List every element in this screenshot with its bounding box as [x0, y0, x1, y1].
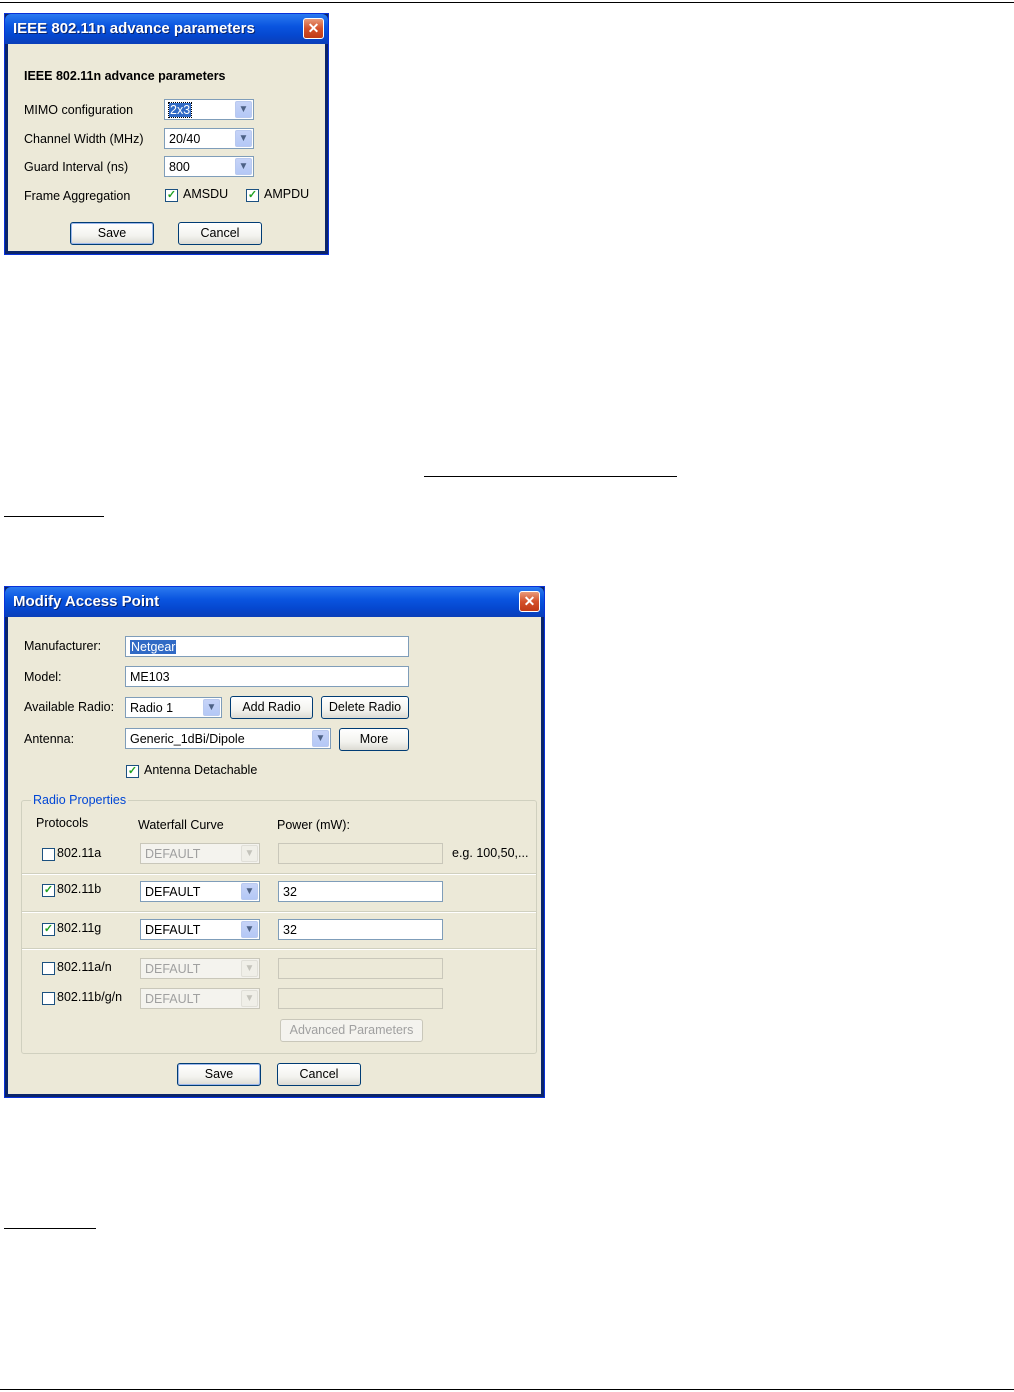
ampdu-checkbox[interactable]: ✓	[246, 189, 259, 202]
frame-aggregation-label: Frame Aggregation	[24, 189, 131, 203]
protocol-label: 802.11a	[57, 846, 102, 860]
underline-caption-1	[4, 516, 104, 517]
power-example-hint: e.g. 100,50,...	[452, 846, 529, 860]
amsdu-checkbox[interactable]: ✓	[165, 189, 178, 202]
channel-width-value: 20/40	[169, 132, 201, 146]
row-divider-highlight	[22, 949, 536, 950]
available-radio-label: Available Radio:	[24, 700, 115, 714]
waterfall-value: DEFAULT	[145, 847, 201, 861]
ampdu-label: AMPDU	[264, 187, 310, 201]
available-radio-value: Radio 1	[130, 701, 174, 715]
chevron-down-icon[interactable]: ▼	[203, 699, 220, 716]
power-input[interactable]	[278, 958, 443, 979]
mimo-value: 2x3	[167, 102, 193, 118]
channel-width-select[interactable]: 20/40 ▼	[164, 128, 254, 149]
protocol-label: 802.11a/n	[57, 960, 112, 974]
chevron-down-icon[interactable]: ▼	[241, 883, 258, 900]
advanced-parameters-button[interactable]: Advanced Parameters	[280, 1019, 423, 1042]
title-bar: Modify Access Point ✕	[5, 587, 544, 617]
chevron-down-icon[interactable]: ▼	[241, 921, 258, 938]
power-input[interactable]	[278, 843, 443, 864]
more-button[interactable]: More	[339, 728, 409, 751]
chevron-down-icon[interactable]: ▼	[241, 845, 258, 862]
antenna-select[interactable]: Generic_1dBi/Dipole ▼	[125, 728, 331, 749]
waterfall-select[interactable]: DEFAULT ▼	[140, 958, 260, 979]
save-button[interactable]: Save	[70, 222, 154, 245]
protocol-checkbox-802-11an[interactable]	[42, 962, 55, 975]
protocol-label: 802.11b	[57, 882, 102, 896]
waterfall-select[interactable]: DEFAULT ▼	[140, 881, 260, 902]
amsdu-label: AMSDU	[183, 187, 229, 201]
manufacturer-input[interactable]: Netgear	[125, 636, 409, 657]
section-heading: IEEE 802.11n advance parameters	[24, 69, 226, 83]
available-radio-select[interactable]: Radio 1 ▼	[125, 697, 222, 718]
advance-parameters-dialog: IEEE 802.11n advance parameters ✕ IEEE 8…	[4, 13, 329, 255]
top-rule	[0, 2, 1014, 3]
cancel-button[interactable]: Cancel	[178, 222, 262, 245]
model-label: Model:	[24, 670, 62, 684]
protocol-checkbox-802-11g[interactable]: ✓	[42, 923, 55, 936]
radio-properties-legend: Radio Properties	[31, 793, 129, 807]
waterfall-value: DEFAULT	[145, 962, 201, 976]
row-divider-highlight	[22, 874, 536, 875]
protocol-label: 802.11g	[57, 921, 102, 935]
title-bar: IEEE 802.11n advance parameters ✕	[5, 14, 328, 44]
power-input[interactable]: 32	[278, 881, 443, 902]
chevron-down-icon[interactable]: ▼	[241, 960, 258, 977]
close-icon[interactable]: ✕	[303, 18, 324, 39]
dialog-title: IEEE 802.11n advance parameters	[13, 20, 255, 37]
chevron-down-icon[interactable]: ▼	[235, 130, 252, 147]
channel-width-label: Channel Width (MHz)	[24, 132, 144, 146]
cancel-button[interactable]: Cancel	[277, 1063, 361, 1086]
power-input[interactable]: 32	[278, 919, 443, 940]
protocols-column-header: Protocols	[36, 816, 89, 830]
guard-interval-value: 800	[169, 160, 190, 174]
protocol-label: 802.11b/g/n	[57, 990, 123, 1004]
protocol-checkbox-802-11a[interactable]	[42, 848, 55, 861]
row-divider-highlight	[22, 912, 536, 913]
antenna-detachable-checkbox[interactable]: ✓	[126, 765, 139, 778]
mimo-select[interactable]: 2x3 ▼	[164, 99, 254, 120]
guard-interval-select[interactable]: 800 ▼	[164, 156, 254, 177]
protocol-checkbox-802-11b[interactable]: ✓	[42, 884, 55, 897]
antenna-value: Generic_1dBi/Dipole	[130, 732, 245, 746]
model-value: ME103	[130, 670, 170, 684]
dialog-client: Manufacturer: Netgear Model: ME103 Avail…	[9, 617, 540, 1093]
model-input[interactable]: ME103	[125, 666, 409, 687]
modify-access-point-dialog: Modify Access Point ✕ Manufacturer: Netg…	[4, 586, 545, 1098]
guard-interval-label: Guard Interval (ns)	[24, 160, 129, 174]
manufacturer-label: Manufacturer:	[24, 639, 102, 653]
close-icon[interactable]: ✕	[519, 591, 540, 612]
mimo-label: MIMO configuration	[24, 103, 134, 117]
protocol-checkbox-802-11bgn[interactable]	[42, 992, 55, 1005]
power-column-header: Power (mW):	[277, 818, 350, 832]
chevron-down-icon[interactable]: ▼	[235, 158, 252, 175]
power-value: 32	[283, 885, 297, 899]
manufacturer-value: Netgear	[130, 640, 177, 654]
underline-link	[424, 476, 677, 477]
power-value: 32	[283, 923, 297, 937]
dialog-client: IEEE 802.11n advance parameters MIMO con…	[9, 44, 324, 250]
add-radio-button[interactable]: Add Radio	[230, 696, 313, 719]
delete-radio-button[interactable]: Delete Radio	[321, 696, 409, 719]
waterfall-select[interactable]: DEFAULT ▼	[140, 988, 260, 1009]
chevron-down-icon[interactable]: ▼	[241, 990, 258, 1007]
waterfall-value: DEFAULT	[145, 992, 201, 1006]
waterfall-value: DEFAULT	[145, 923, 201, 937]
bottom-rule	[0, 1389, 1014, 1390]
antenna-detachable-label: Antenna Detachable	[144, 763, 258, 777]
power-input[interactable]	[278, 988, 443, 1009]
waterfall-value: DEFAULT	[145, 885, 201, 899]
dialog-title: Modify Access Point	[13, 593, 160, 610]
waterfall-select[interactable]: DEFAULT ▼	[140, 919, 260, 940]
antenna-label: Antenna:	[24, 732, 75, 746]
underline-caption-2	[4, 1228, 96, 1229]
save-button[interactable]: Save	[177, 1063, 261, 1086]
waterfall-column-header: Waterfall Curve	[138, 818, 224, 832]
waterfall-select[interactable]: DEFAULT ▼	[140, 843, 260, 864]
chevron-down-icon[interactable]: ▼	[235, 101, 252, 118]
chevron-down-icon[interactable]: ▼	[312, 730, 329, 747]
